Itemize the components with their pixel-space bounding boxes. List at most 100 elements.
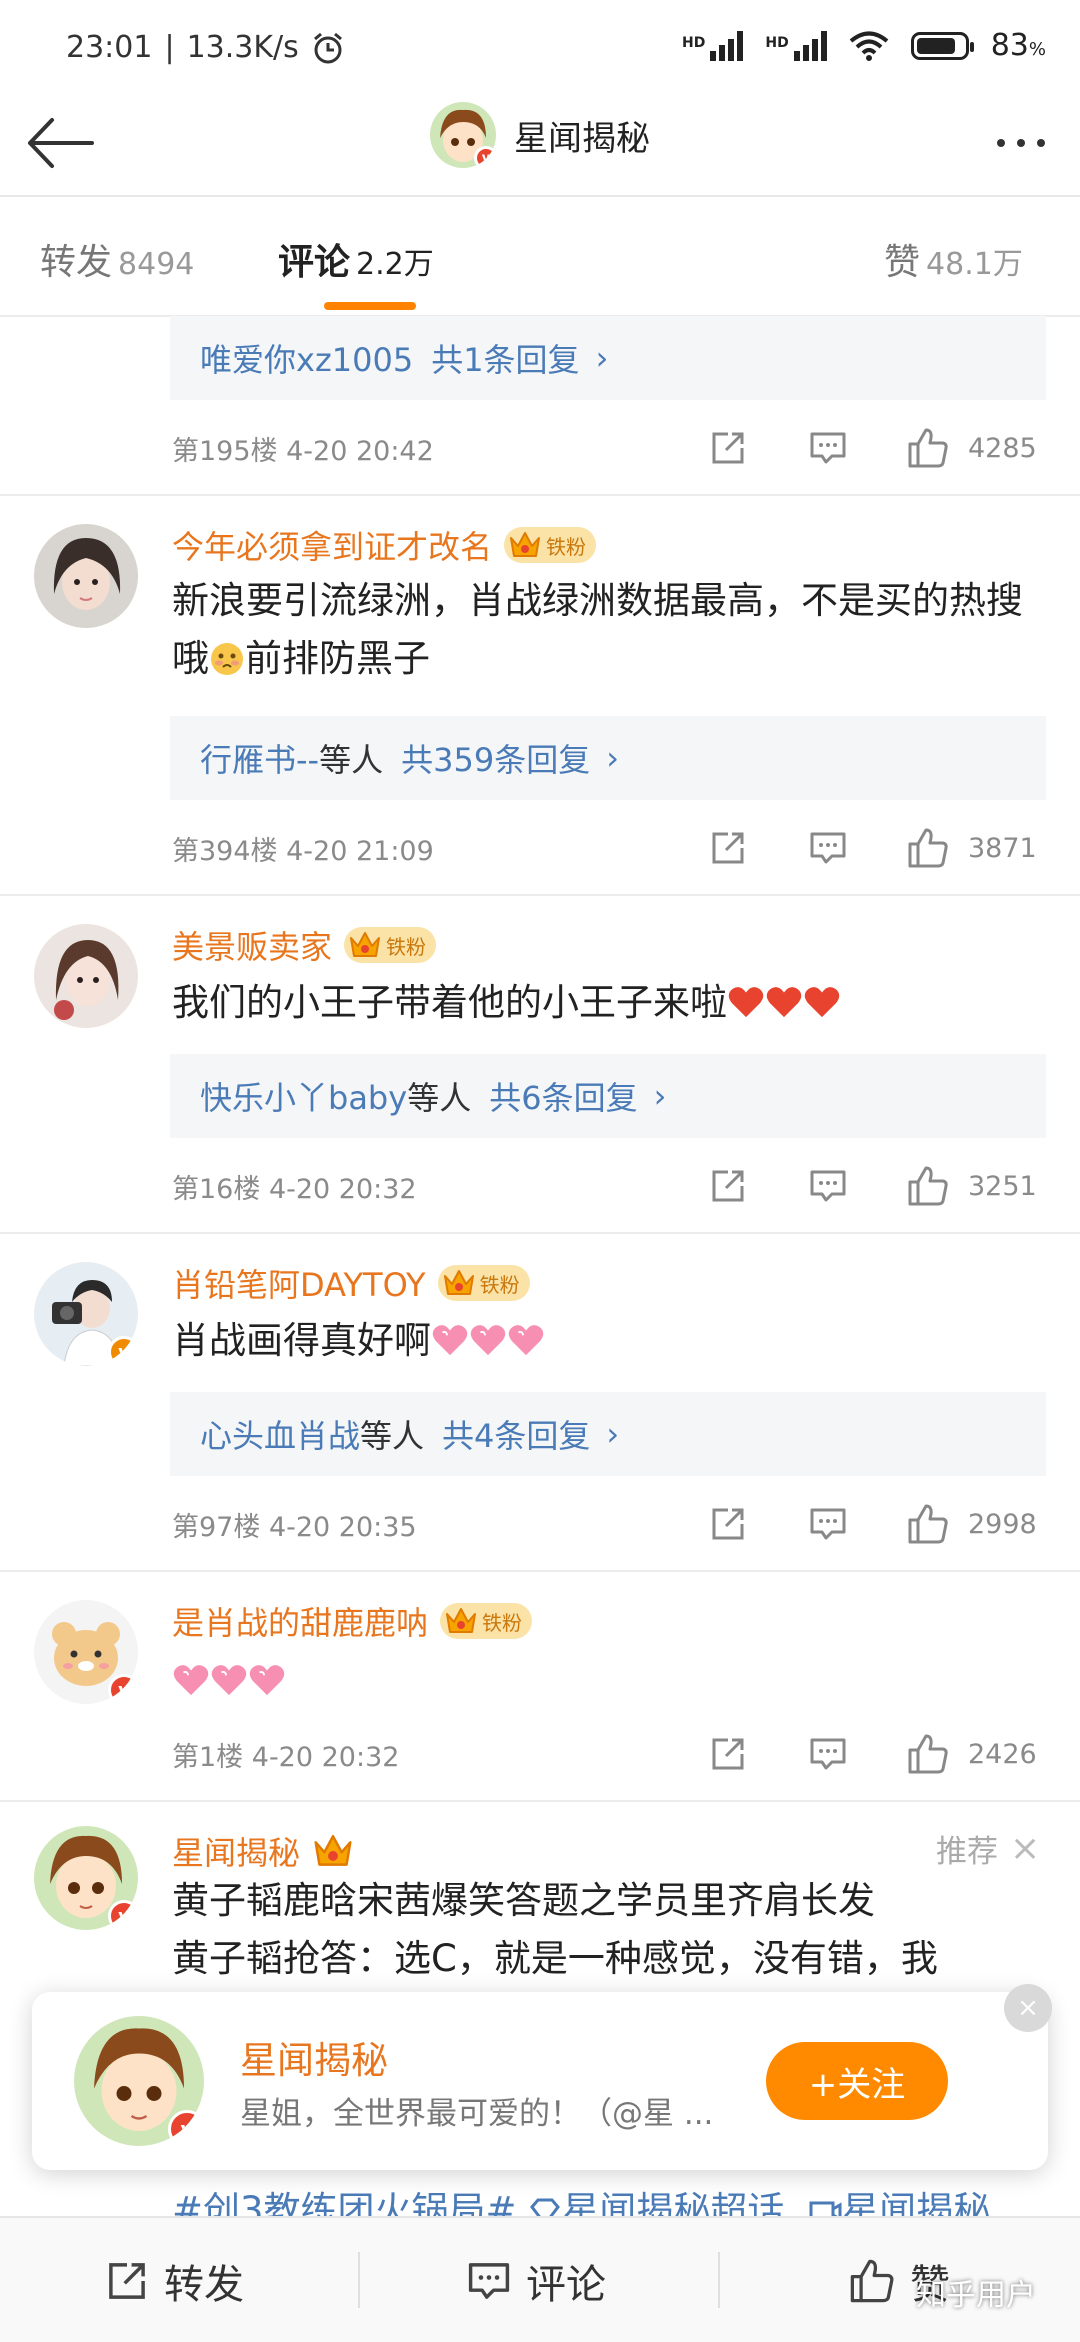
pink-heart-icon bbox=[469, 1323, 507, 1357]
status-left: 23:01 | 13.3K/s bbox=[66, 30, 345, 65]
verified-icon: v bbox=[108, 1674, 138, 1704]
signal-icon: HD bbox=[765, 30, 827, 61]
avatar[interactable]: v bbox=[34, 1262, 138, 1366]
follow-name[interactable]: 星闻揭秘 bbox=[240, 2030, 388, 2084]
post-author[interactable]: 星闻揭秘 bbox=[172, 1828, 354, 1874]
like-count: 2426 bbox=[968, 1738, 1037, 1770]
comment-meta: 第97楼 4-20 20:35 2998 bbox=[172, 1494, 1048, 1554]
reply-button[interactable] bbox=[798, 418, 858, 478]
post-text: 黄子韬鹿晗宋茜爆笑答题之学员里齐肩长发 黄子韬抢答：选C，就是一种感觉，没有错，… bbox=[172, 1872, 1052, 1988]
share-button[interactable] bbox=[698, 818, 758, 878]
tab-like[interactable]: 赞 48.1万 bbox=[884, 233, 1023, 285]
tab-comment[interactable]: 评论 2.2万 bbox=[278, 233, 434, 285]
status-speed: 13.3K/s bbox=[186, 30, 299, 65]
reply-user-link[interactable]: 唯爱你xz1005 bbox=[200, 335, 413, 381]
comment-meta: 第16楼 4-20 20:32 3251 bbox=[172, 1156, 1048, 1216]
divider bbox=[0, 894, 1080, 896]
comment-text bbox=[172, 1652, 1052, 1710]
follow-card[interactable]: v 星闻揭秘 星姐，全世界最可爱的！（@星 ... +关注 × bbox=[32, 1984, 1052, 2170]
like-button[interactable] bbox=[898, 418, 958, 478]
author-name[interactable]: 美景贩卖家 bbox=[172, 922, 332, 968]
like-button[interactable] bbox=[898, 1156, 958, 1216]
chevron-right-icon: › bbox=[606, 1415, 620, 1453]
comment-icon bbox=[468, 2263, 510, 2299]
comment-author[interactable]: 肖铅笔阿DAYTOY 铁粉 bbox=[172, 1260, 530, 1306]
reply-preview[interactable]: 行雁书-- 等人 共359条回复 › bbox=[170, 716, 1046, 800]
reply-user-link[interactable]: 快乐小丫baby bbox=[200, 1073, 407, 1119]
share-button[interactable] bbox=[698, 1156, 758, 1216]
crown-icon bbox=[348, 930, 382, 960]
nav-account[interactable]: v 星闻揭秘 bbox=[430, 102, 650, 168]
author-name[interactable]: 是肖战的甜鹿鹿呐 bbox=[172, 1598, 428, 1644]
repost-button[interactable]: 转发 bbox=[104, 2252, 244, 2310]
signal-icon: HD bbox=[682, 30, 744, 61]
tab-repost[interactable]: 转发 8494 bbox=[40, 233, 194, 285]
share-icon bbox=[708, 1504, 748, 1544]
reply-count-link[interactable]: 共1条回复 bbox=[431, 335, 579, 381]
close-icon[interactable]: × bbox=[1004, 1984, 1052, 2032]
watermark: 知乎用户 bbox=[916, 2278, 1036, 2313]
status-right: HD HD 83% bbox=[682, 28, 1046, 63]
reply-count-link[interactable]: 共4条回复 bbox=[442, 1411, 590, 1457]
chevron-right-icon: › bbox=[653, 1077, 667, 1115]
pink-heart-icon bbox=[248, 1663, 286, 1697]
crown-icon bbox=[442, 1268, 476, 1298]
repost-label: 转发 bbox=[164, 2262, 244, 2308]
thumbs-up-icon bbox=[906, 1164, 950, 1208]
thumbs-up-icon bbox=[906, 1732, 950, 1776]
fan-badge: 铁粉 bbox=[344, 927, 437, 963]
author-name[interactable]: 肖铅笔阿DAYTOY bbox=[172, 1260, 426, 1306]
comment-author[interactable]: 今年必须拿到证才改名 铁粉 bbox=[172, 522, 597, 568]
tab-active-indicator bbox=[324, 302, 416, 310]
reply-button[interactable] bbox=[798, 1494, 858, 1554]
avatar[interactable]: v bbox=[34, 1600, 138, 1704]
reply-suffix: 等人 bbox=[407, 1079, 472, 1117]
divider bbox=[0, 1232, 1080, 1234]
share-icon bbox=[708, 828, 748, 868]
nav-avatar[interactable]: v bbox=[430, 102, 496, 168]
reply-preview[interactable]: 唯爱你xz1005 共1条回复 › bbox=[170, 316, 1046, 400]
follow-avatar[interactable]: v bbox=[74, 2016, 204, 2146]
like-button[interactable] bbox=[898, 818, 958, 878]
comment-icon bbox=[808, 428, 848, 468]
share-button[interactable] bbox=[698, 1494, 758, 1554]
more-button[interactable] bbox=[986, 118, 1056, 168]
tab-label: 评论 bbox=[278, 242, 351, 283]
comment-author[interactable]: 是肖战的甜鹿鹿呐 铁粉 bbox=[172, 1598, 533, 1644]
reply-count-link[interactable]: 共6条回复 bbox=[489, 1073, 637, 1119]
reply-button[interactable] bbox=[798, 1156, 858, 1216]
comment-button[interactable]: 评论 bbox=[466, 2252, 606, 2310]
avatar[interactable]: v bbox=[34, 1826, 138, 1930]
reply-count-link[interactable]: 共359条回复 bbox=[401, 735, 590, 781]
avatar[interactable] bbox=[34, 924, 138, 1028]
reply-button[interactable] bbox=[798, 1724, 858, 1784]
like-count: 4285 bbox=[968, 432, 1037, 464]
reply-preview[interactable]: 心头血肖战 等人 共4条回复 › bbox=[170, 1392, 1046, 1476]
reply-preview[interactable]: 快乐小丫baby 等人 共6条回复 › bbox=[170, 1054, 1046, 1138]
like-count: 2998 bbox=[968, 1508, 1037, 1540]
comment-floor-time: 第16楼 4-20 20:32 bbox=[172, 1173, 417, 1205]
like-button[interactable] bbox=[898, 1724, 958, 1784]
back-button[interactable] bbox=[22, 108, 102, 178]
girl-photo-avatar-icon bbox=[34, 924, 138, 1028]
author-name[interactable]: 今年必须拿到证才改名 bbox=[172, 522, 492, 568]
status-divider: | bbox=[164, 30, 175, 65]
author-name[interactable]: 星闻揭秘 bbox=[172, 1828, 300, 1874]
share-button[interactable] bbox=[698, 1724, 758, 1784]
reply-suffix: 等人 bbox=[319, 741, 384, 779]
tab-label: 赞 bbox=[884, 242, 921, 283]
reply-button[interactable] bbox=[798, 818, 858, 878]
fan-badge-label: 铁粉 bbox=[386, 934, 427, 959]
like-button[interactable] bbox=[898, 1494, 958, 1554]
crown-icon bbox=[508, 530, 542, 560]
dot-icon bbox=[1017, 139, 1025, 147]
wifi-icon bbox=[849, 31, 888, 61]
close-icon[interactable]: × bbox=[1010, 1828, 1040, 1869]
reply-user-link[interactable]: 行雁书-- bbox=[200, 735, 319, 781]
follow-button[interactable]: +关注 bbox=[766, 2042, 948, 2120]
crown-icon bbox=[312, 1832, 354, 1870]
comment-author[interactable]: 美景贩卖家 铁粉 bbox=[172, 922, 437, 968]
share-button[interactable] bbox=[698, 418, 758, 478]
avatar[interactable] bbox=[34, 524, 138, 628]
reply-user-link[interactable]: 心头血肖战 bbox=[200, 1411, 360, 1457]
